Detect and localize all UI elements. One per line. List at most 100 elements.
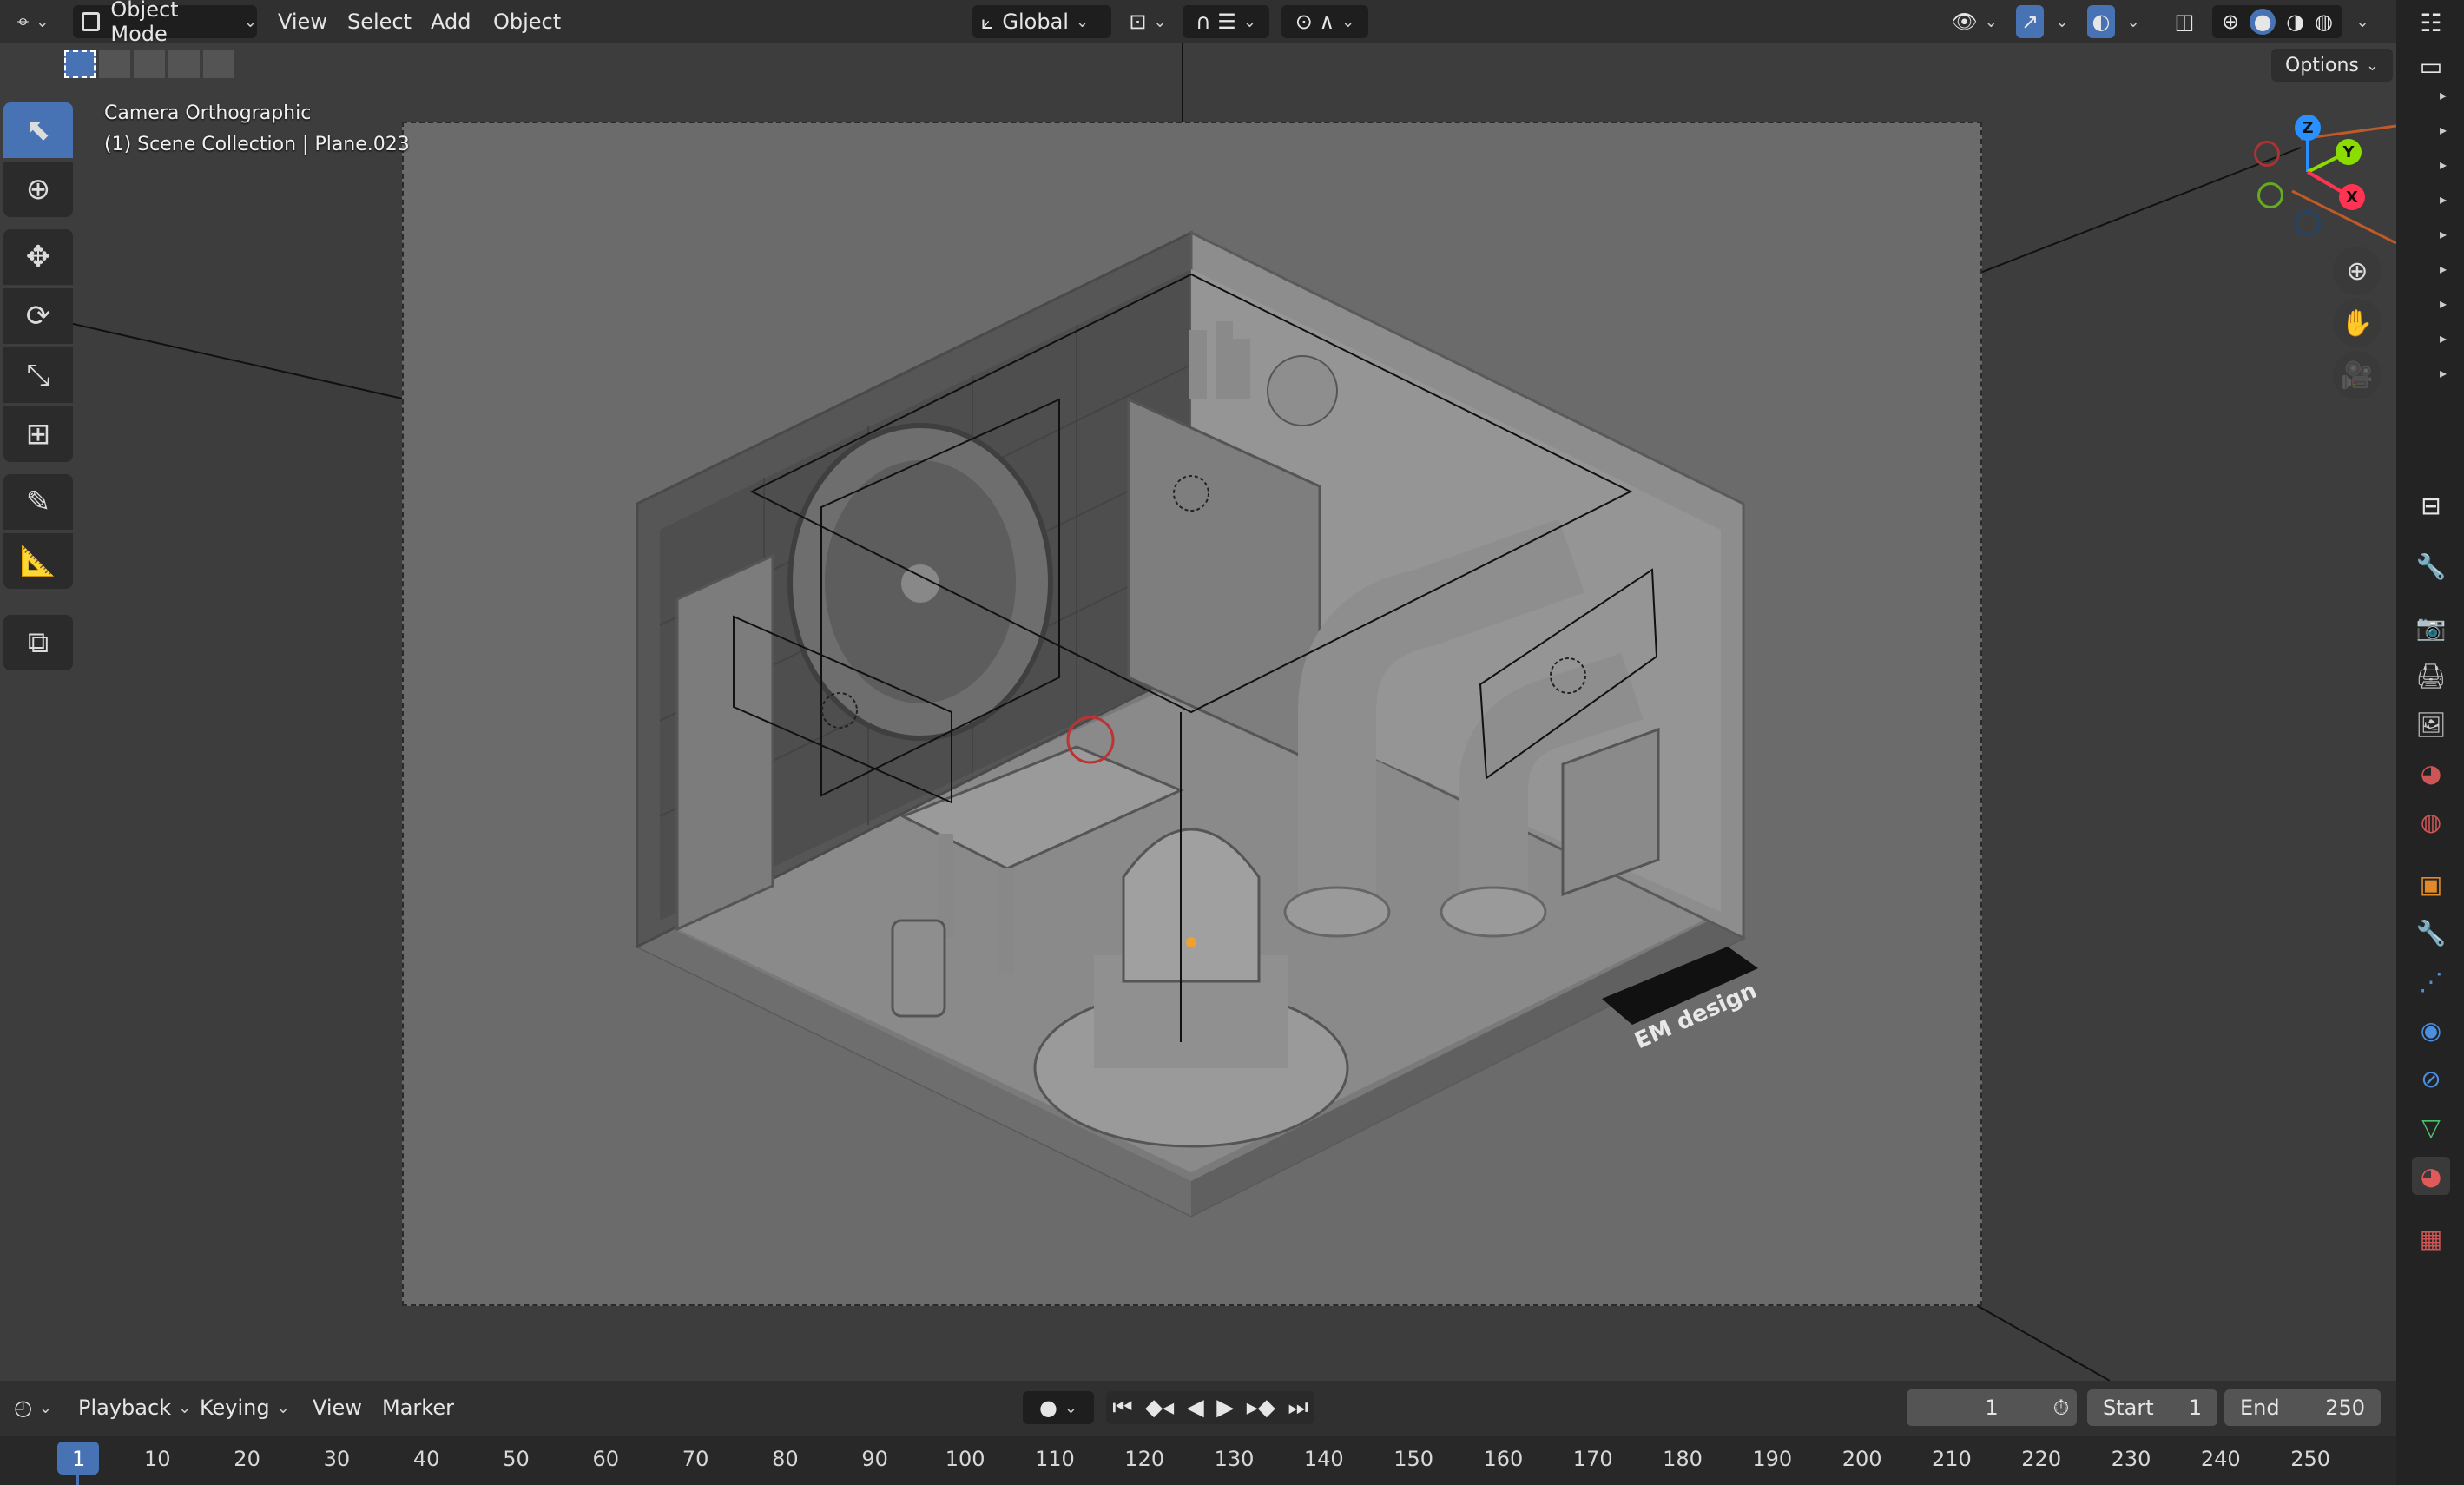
expand-arrow-icon[interactable]: ▸ [2440,191,2447,208]
select-invert-icon[interactable] [168,50,200,78]
timeline-ruler[interactable]: 1 10 20 30 40 50 60 70 80 90 100 110 120 130 140 150 160… [0,1436,2396,1485]
orientation-label: Global [1002,10,1069,34]
overlays-dropdown[interactable]: ⌄ [2117,5,2143,38]
menu-select[interactable]: Select [342,5,417,38]
object-properties-icon[interactable]: ▣ [2412,865,2450,903]
tool-properties-icon[interactable]: 🔧 [2412,547,2450,585]
zoom-button[interactable]: ⊕ [2333,247,2382,295]
timeline-editor-type[interactable]: ◴ ⌄ [7,1391,59,1424]
gizmo-axis-neg-y[interactable] [2257,182,2283,208]
scale-tool[interactable]: ⤡ [3,347,73,403]
menu-playback[interactable]: Playback ⌄ [73,1391,196,1424]
ruler-tick-label: 130 [1214,1447,1255,1471]
material-shading-icon[interactable]: ◑ [2286,10,2304,34]
rotate-tool[interactable]: ⟳ [3,288,73,344]
overlays-toggle[interactable]: ◐ [2087,5,2115,38]
physics-icon[interactable]: ◉ [2412,1011,2450,1049]
gizmo-dropdown[interactable]: ⌄ [2046,5,2072,38]
mode-dropdown[interactable]: Object Mode ⌄ [73,0,257,46]
modifier-properties-icon[interactable]: 🔧 [2412,914,2450,952]
gizmo-axis-x[interactable]: X [2339,184,2365,210]
add-cube-tool[interactable]: ⧉ [3,615,73,670]
render-properties-icon[interactable]: 📷 [2412,608,2450,646]
gizmo-toggle[interactable]: ↗ [2016,5,2044,38]
stopwatch-icon[interactable]: ⏱ [2044,1391,2079,1424]
measure-tool[interactable]: 📐 [3,533,73,589]
data-properties-icon[interactable]: ▽ [2412,1108,2450,1146]
select-new-icon[interactable] [64,50,96,78]
pencil-icon: ✎ [25,485,51,519]
select-subtract-icon[interactable] [134,50,165,78]
solid-shading-icon[interactable]: ● [2250,9,2276,35]
editor-type-icon[interactable]: ⊟ [2412,486,2450,525]
play-icon[interactable]: ▶ [1216,1395,1234,1421]
menu-object[interactable]: Object [488,5,566,38]
snap-button[interactable]: ∩ ☰ ⌄ [1183,5,1269,38]
transform-orientation-dropdown[interactable]: ⟀ Global ⌄ [972,5,1111,38]
menu-add[interactable]: Add [425,5,476,38]
expand-arrow-icon[interactable]: ▸ [2440,365,2447,381]
start-frame-field[interactable]: Start 1 [2087,1389,2217,1426]
select-extend-icon[interactable] [99,50,130,78]
wireframe-shading-icon[interactable]: ⊕ [2222,10,2239,34]
pan-button[interactable]: ✋ [2333,299,2382,347]
rendered-shading-icon[interactable]: ◍ [2315,10,2333,34]
material-properties-icon[interactable]: ◕ [2412,1157,2450,1195]
3d-viewport[interactable]: EM design Camera Orthographic (1) Scene … [0,43,2396,1381]
editor-type-icon: ⌖ [16,10,30,34]
editor-type-button[interactable]: ⌖ ⌄ [7,5,59,38]
options-dropdown[interactable]: Options ⌄ [2271,49,2393,82]
menu-keying[interactable]: Keying ⌄ [194,1391,295,1424]
menu-view[interactable]: View [273,5,333,38]
particles-icon[interactable]: ⋰ [2412,962,2450,1000]
expand-arrow-icon[interactable]: ▸ [2440,226,2447,242]
view-layer-icon[interactable]: 🖼 [2412,705,2450,743]
options-label: Options [2285,54,2359,76]
gizmo-axis-neg-z[interactable] [2295,210,2321,236]
ruler-tick-label: 180 [1663,1447,1703,1471]
end-frame-field[interactable]: End 250 [2224,1389,2381,1426]
transform-tool[interactable]: ⊞ [3,406,73,462]
texture-properties-icon[interactable]: ▦ [2412,1219,2450,1257]
menu-marker[interactable]: Marker [377,1391,459,1424]
play-reverse-icon[interactable]: ◀ [1187,1395,1204,1421]
select-box-tool[interactable]: ⬉ [3,102,73,158]
shading-dropdown[interactable]: ⌄ [2346,5,2372,38]
gizmo-axis-neg-x[interactable] [2254,141,2280,167]
chevron-down-icon: ⌄ [2055,12,2069,31]
cursor-tool[interactable]: ⊕ [3,162,73,217]
navigation-gizmo[interactable]: Z Y X [2249,108,2379,238]
annotate-tool[interactable]: ✎ [3,474,73,530]
next-keyframe-icon[interactable]: ▸◆ [1247,1395,1275,1421]
expand-arrow-icon[interactable]: ▸ [2440,87,2447,103]
collection-icon[interactable]: ▭ [2412,47,2450,85]
xray-toggle[interactable]: ◫ [2169,5,2200,38]
expand-arrow-icon[interactable]: ▸ [2440,156,2447,173]
chevron-down-icon: ⌄ [1984,12,1998,31]
pivot-point-button[interactable]: ⊡ ⌄ [1123,5,1172,38]
gizmo-axis-z[interactable]: Z [2295,115,2321,141]
jump-start-icon[interactable]: ⏮ [1112,1395,1132,1422]
world-properties-icon[interactable]: ◍ [2412,802,2450,841]
rotate-icon: ⟳ [25,299,51,333]
scene-properties-icon[interactable]: ◕ [2412,754,2450,792]
expand-arrow-icon[interactable]: ▸ [2440,122,2447,138]
expand-arrow-icon[interactable]: ▸ [2440,261,2447,277]
gizmo-axis-y[interactable]: Y [2336,139,2362,165]
visibility-button[interactable]: 👁 ⌄ [1948,5,2000,38]
proportional-editing-button[interactable]: ⊙ ∧ ⌄ [1281,5,1368,38]
outliner-icon[interactable]: ☷ [2412,3,2450,42]
move-tool[interactable]: ✥ [3,229,73,285]
prev-keyframe-icon[interactable]: ◆◂ [1145,1395,1174,1421]
timeline-header: ◴ ⌄ Playback ⌄ Keying ⌄ View Marker ● ⌄ ⏮ ◆◂… [0,1381,2396,1436]
expand-arrow-icon[interactable]: ▸ [2440,330,2447,346]
expand-arrow-icon[interactable]: ▸ [2440,295,2447,312]
camera-view-button[interactable]: 🎥 [2333,351,2382,399]
auto-keying-button[interactable]: ● ⌄ [1023,1391,1094,1424]
object-mode-icon [82,12,101,31]
select-intersect-icon[interactable] [203,50,234,78]
menu-timeline-view[interactable]: View [307,1391,367,1424]
jump-end-icon[interactable]: ⏭ [1288,1395,1308,1422]
constraints-icon[interactable]: ⊘ [2412,1059,2450,1098]
output-properties-icon[interactable]: 🖨 [2412,657,2450,695]
